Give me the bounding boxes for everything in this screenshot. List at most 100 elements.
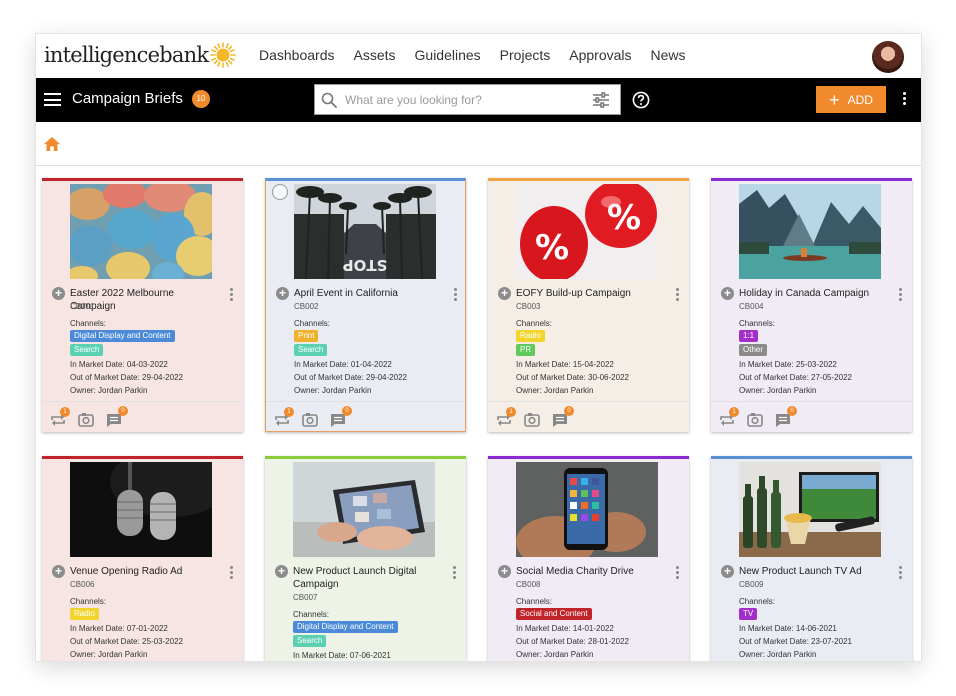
owner: Owner: Jordan Parkin [294, 386, 372, 395]
repost-count-badge: 1 [60, 407, 70, 417]
card-footer: 1 0 [42, 401, 243, 432]
card-title[interactable]: Social Media Charity Drive [516, 565, 668, 578]
card-menu-icon[interactable] [230, 288, 234, 303]
expand-plus-icon[interactable]: + [275, 565, 288, 578]
nav-approvals[interactable]: Approvals [569, 47, 631, 63]
campaign-card[interactable]: + Social Media Charity Drive CB008 Chann… [488, 456, 689, 661]
channel-tag: Digital Display and Content [293, 621, 398, 633]
expand-plus-icon[interactable]: + [52, 565, 65, 578]
svg-text:%: % [535, 228, 569, 268]
out-market-date: Out of Market Date: 30-06-2022 [516, 373, 629, 382]
card-menu-icon[interactable] [676, 566, 680, 581]
plus-icon: + [829, 89, 840, 110]
card-title[interactable]: New Product Launch Digital Campaign [293, 565, 445, 591]
help-icon[interactable] [632, 91, 650, 109]
card-menu-icon[interactable] [230, 566, 234, 581]
card-menu-icon[interactable] [453, 566, 457, 581]
search-box [314, 84, 621, 115]
campaign-card[interactable]: STOP + April Event in California CB002 C… [265, 178, 466, 432]
expand-plus-icon[interactable]: + [498, 287, 511, 300]
nav-dashboards[interactable]: Dashboards [259, 47, 335, 63]
card-menu-icon[interactable] [676, 288, 680, 303]
card-title[interactable]: New Product Launch TV Ad [739, 565, 891, 578]
select-checkbox[interactable] [272, 184, 288, 200]
expand-plus-icon[interactable]: + [52, 287, 65, 300]
campaign-card[interactable]: + Easter 2022 Melbourne Campaign CB001 C… [42, 178, 243, 432]
card-menu-icon[interactable] [899, 566, 903, 581]
brief-code: CB004 [739, 302, 764, 311]
channels-label: Channels: [70, 597, 107, 606]
expand-plus-icon[interactable]: + [721, 565, 734, 578]
campaign-brief-grid: + Easter 2022 Melbourne Campaign CB001 C… [36, 166, 921, 661]
camera-icon[interactable] [747, 413, 763, 432]
comment-icon[interactable] [106, 413, 122, 432]
filter-sliders-icon[interactable] [592, 92, 610, 108]
channels-label: Channels: [70, 319, 107, 328]
comment-icon[interactable] [552, 413, 568, 432]
user-avatar[interactable] [872, 41, 904, 73]
card-title[interactable]: Holiday in Canada Campaign [739, 287, 891, 300]
campaign-card[interactable]: + New Product Launch TV Ad CB009 Channel… [711, 456, 912, 661]
expand-plus-icon[interactable]: + [276, 287, 289, 300]
channel-tag: Radio [70, 608, 99, 620]
campaign-thumbnail[interactable] [739, 184, 881, 279]
search-input[interactable] [345, 91, 581, 109]
nav-projects[interactable]: Projects [500, 47, 551, 63]
comment-count-badge: 0 [787, 406, 797, 416]
comment-count-badge: 0 [564, 406, 574, 416]
campaign-thumbnail[interactable] [70, 462, 212, 557]
channel-tag: Search [293, 635, 327, 647]
card-menu-icon[interactable] [899, 288, 903, 303]
in-market-date: In Market Date: 25-03-2022 [739, 360, 837, 369]
campaign-card[interactable]: + Venue Opening Radio Ad CB006 Channels:… [42, 456, 243, 661]
campaign-thumbnail[interactable] [739, 462, 881, 557]
camera-icon[interactable] [78, 413, 94, 432]
hamburger-menu-icon[interactable] [44, 93, 61, 106]
out-market-date: Out of Market Date: 23-07-2021 [739, 637, 852, 646]
out-market-date: Out of Market Date: 25-03-2022 [70, 637, 183, 646]
sun-logo-icon [210, 42, 237, 68]
campaign-card[interactable]: % % + EOFY Build-up Campaign CB003 Chann… [488, 178, 689, 432]
campaign-card[interactable]: + New Product Launch Digital Campaign CB… [265, 456, 466, 661]
card-menu-icon[interactable] [454, 288, 458, 303]
more-options-icon[interactable] [903, 92, 907, 107]
camera-icon[interactable] [524, 413, 540, 432]
svg-text:STOP: STOP [343, 256, 388, 274]
in-market-date: In Market Date: 07-06-2021 [293, 651, 391, 660]
owner: Owner: Jordan Parkin [739, 386, 817, 395]
logo-text: intelligencebank [44, 43, 209, 67]
add-button[interactable]: + ADD [816, 86, 886, 113]
top-navigation: intelligencebank Dashboards Assets Guide… [36, 34, 921, 78]
expand-plus-icon[interactable]: + [721, 287, 734, 300]
nav-news[interactable]: News [651, 47, 686, 63]
channels-label: Channels: [516, 319, 553, 328]
card-details: CB004 Channels: 1:1 Other In Market Date:… [739, 302, 904, 397]
comment-icon[interactable] [330, 413, 346, 431]
card-title[interactable]: Venue Opening Radio Ad [70, 565, 222, 578]
campaign-thumbnail[interactable] [293, 462, 435, 557]
campaign-thumbnail[interactable] [70, 184, 212, 279]
campaign-thumbnail[interactable]: STOP [294, 184, 436, 279]
main-menu: Dashboards Assets Guidelines Projects Ap… [259, 47, 705, 63]
home-icon[interactable] [44, 137, 60, 151]
card-title[interactable]: EOFY Build-up Campaign [516, 287, 668, 300]
comment-icon[interactable] [775, 413, 791, 432]
expand-plus-icon[interactable]: + [498, 565, 511, 578]
card-title[interactable]: April Event in California [294, 287, 446, 300]
card-details: CB003 Channels: Radio PR In Market Date: … [516, 302, 681, 397]
campaign-card[interactable]: + Holiday in Canada Campaign CB004 Chann… [711, 178, 912, 432]
channel-tag: Search [70, 344, 104, 356]
brief-code: CB001 [70, 302, 95, 311]
owner: Owner: Jordan Parkin [739, 650, 817, 659]
in-market-date: In Market Date: 14-01-2022 [516, 624, 614, 633]
nav-assets[interactable]: Assets [354, 47, 396, 63]
camera-icon[interactable] [302, 413, 318, 431]
campaign-thumbnail[interactable]: % % [516, 184, 658, 279]
in-market-date: In Market Date: 14-06-2021 [739, 624, 837, 633]
repost-count-badge: 1 [729, 407, 739, 417]
logo[interactable]: intelligencebank [44, 42, 237, 68]
svg-text:%: % [607, 198, 641, 238]
campaign-thumbnail[interactable] [516, 462, 658, 557]
nav-guidelines[interactable]: Guidelines [415, 47, 481, 63]
owner: Owner: Jordan Parkin [70, 386, 148, 395]
